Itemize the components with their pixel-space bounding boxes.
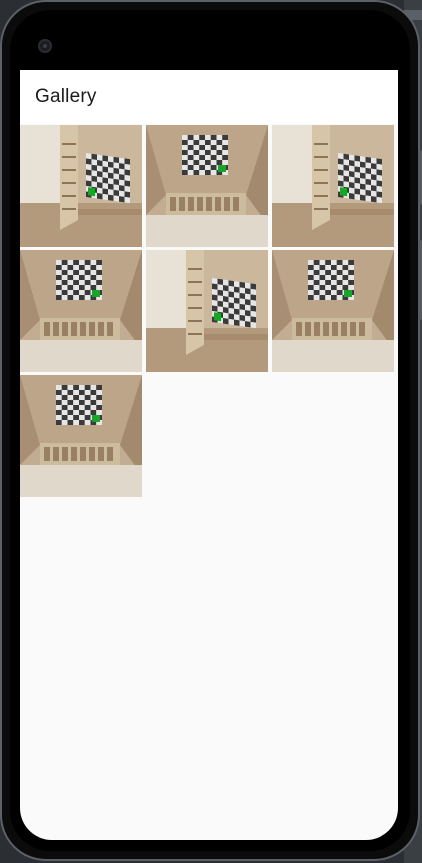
gallery-thumbnail[interactable] [20, 125, 142, 247]
app-bar: Gallery [20, 70, 398, 124]
gallery-thumbnail[interactable] [20, 375, 142, 497]
phone-frame: Gallery [0, 0, 422, 863]
photo-image [146, 125, 268, 247]
gallery-thumbnail[interactable] [272, 250, 394, 372]
photo-image [272, 250, 394, 372]
power-button[interactable] [418, 240, 422, 320]
volume-button[interactable] [418, 150, 422, 205]
photo-image [272, 125, 394, 247]
photo-image [20, 125, 142, 247]
gallery-thumbnail[interactable] [146, 125, 268, 247]
gallery-thumbnail[interactable] [20, 250, 142, 372]
front-camera-icon [38, 39, 52, 53]
photo-image [20, 250, 142, 372]
photo-image [20, 375, 142, 497]
gallery-grid [20, 125, 395, 497]
app-screen: Gallery [20, 70, 398, 840]
photo-image [146, 250, 268, 372]
gallery-thumbnail[interactable] [272, 125, 394, 247]
gallery-thumbnail[interactable] [146, 250, 268, 372]
app-title: Gallery [35, 86, 97, 107]
